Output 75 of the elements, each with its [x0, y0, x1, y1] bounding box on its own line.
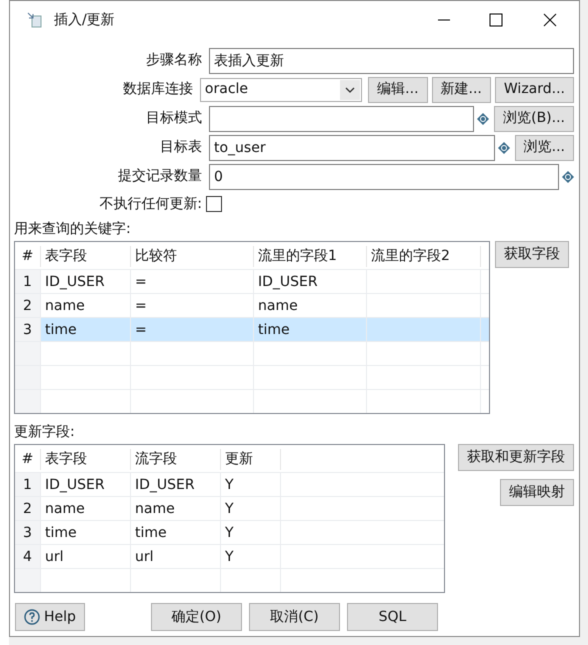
- text-field[interactable]: [209, 106, 474, 132]
- table-row[interactable]: 1 ID_USER ID_USER Y: [15, 472, 444, 496]
- text-field[interactable]: to_user: [209, 134, 495, 160]
- column-header[interactable]: 流里的字段1: [254, 246, 367, 267]
- table-cell: 3: [15, 521, 41, 544]
- column-header[interactable]: 比较符: [131, 246, 254, 267]
- button[interactable]: 确定(O): [150, 603, 242, 631]
- field-label: 提交记录数量: [117, 167, 203, 186]
- variable-icon: [477, 112, 490, 124]
- table-cell: =: [131, 270, 254, 293]
- table-cell: Y: [221, 545, 281, 568]
- section-label: 用来查询的关键字:: [14, 220, 132, 239]
- table-cell: url: [41, 545, 131, 568]
- table-cell: ID_USER: [131, 473, 221, 496]
- table-cell: time: [41, 318, 131, 341]
- table-cell: time: [41, 521, 131, 544]
- table-row[interactable]: 4 url url Y: [15, 544, 444, 568]
- table-row[interactable]: 3 time time Y: [15, 520, 444, 544]
- button[interactable]: 获取字段: [495, 241, 569, 268]
- column-header[interactable]: 流里的字段2: [367, 246, 481, 267]
- column-header[interactable]: #: [15, 246, 41, 267]
- column-header[interactable]: 表字段: [41, 449, 131, 470]
- table-cell: 4: [15, 545, 41, 568]
- checkbox[interactable]: [206, 196, 222, 212]
- text-field[interactable]: 0: [209, 164, 559, 190]
- button[interactable]: 获取和更新字段: [458, 444, 574, 471]
- table-cell: Y: [221, 521, 281, 544]
- table-cell: time: [131, 521, 221, 544]
- table-cell: time: [254, 318, 367, 341]
- window-title: 插入/更新: [54, 10, 116, 30]
- column-header[interactable]: #: [15, 449, 41, 470]
- insert-update-icon: [26, 11, 44, 29]
- field-label: 不执行任何更新:: [98, 194, 203, 214]
- dropdown-field[interactable]: oracle: [200, 78, 362, 102]
- variable-icon: [498, 142, 510, 154]
- table-row[interactable]: 2 name name Y: [15, 496, 444, 520]
- chevron-down-icon: [340, 80, 360, 100]
- table-cell: 2: [15, 497, 41, 520]
- column-header[interactable]: 表字段: [41, 246, 131, 267]
- field-label: 数据库连接: [122, 80, 194, 99]
- button[interactable]: SQL: [346, 603, 438, 631]
- table-cell: =: [131, 318, 254, 341]
- table-cell: Y: [221, 473, 281, 496]
- table-cell: 2: [15, 294, 41, 317]
- button[interactable]: 取消(C): [248, 603, 340, 631]
- close-icon[interactable]: [543, 13, 557, 27]
- button[interactable]: 编辑映射: [500, 479, 574, 506]
- button[interactable]: Wizard...: [494, 76, 574, 102]
- table-row[interactable]: 1 ID_USER = ID_USER: [15, 269, 489, 293]
- table-cell: ID_USER: [41, 473, 131, 496]
- help-icon: [24, 609, 40, 625]
- button[interactable]: 编辑...: [368, 76, 428, 102]
- table-cell: name: [131, 497, 221, 520]
- column-header[interactable]: 流字段: [131, 449, 221, 470]
- field-label: 步骤名称: [145, 51, 203, 70]
- table-row[interactable]: 3 time = time: [15, 317, 489, 341]
- table-cell: url: [131, 545, 221, 568]
- button[interactable]: 新建...: [432, 76, 491, 102]
- table-cell: ID_USER: [41, 270, 131, 293]
- field-label: 目标模式: [145, 109, 203, 128]
- table-cell: 1: [15, 270, 41, 293]
- maximize-icon[interactable]: [489, 13, 503, 27]
- table-cell: 1: [15, 473, 41, 496]
- button[interactable]: 浏览...: [514, 134, 574, 160]
- table-cell: ID_USER: [254, 270, 367, 293]
- column-header[interactable]: 更新: [221, 449, 281, 470]
- section-label: 更新字段:: [14, 423, 76, 442]
- field-label: 目标表: [159, 138, 203, 157]
- variable-icon: [562, 170, 574, 182]
- table-cell: 3: [15, 318, 41, 341]
- table-cell: name: [41, 497, 131, 520]
- text-field[interactable]: 表插入更新: [209, 48, 574, 74]
- help-button[interactable]: Help: [15, 603, 85, 631]
- button[interactable]: 浏览(B)...: [494, 106, 574, 132]
- table-cell: Y: [221, 497, 281, 520]
